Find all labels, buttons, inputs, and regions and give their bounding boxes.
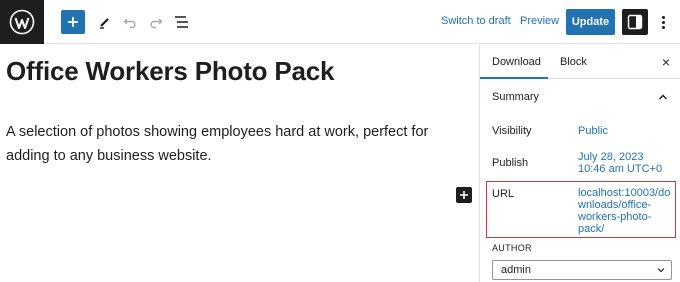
redo-icon (150, 18, 163, 29)
inline-add-block-button[interactable] (456, 187, 472, 203)
url-line: workers-photo- (578, 211, 652, 223)
url-label: URL (492, 188, 515, 200)
author-label: AUTHOR (492, 243, 532, 253)
preview-button[interactable]: Preview (520, 15, 559, 27)
list-view-icon (175, 16, 188, 28)
settings-sidebar: Download Block × Summary Visibility Publ… (479, 45, 680, 282)
editor-toolbar: Switch to draft Preview Update (0, 0, 680, 44)
switch-to-draft-button[interactable]: Switch to draft (441, 15, 511, 27)
chevron-down-icon (657, 268, 665, 273)
summary-panel-heading[interactable]: Summary (492, 91, 539, 103)
url-line: pack/ (578, 223, 605, 235)
add-block-button[interactable] (61, 10, 85, 34)
publish-label: Publish (492, 157, 529, 169)
tab-block[interactable]: Block (560, 56, 587, 68)
active-tab-indicator (480, 77, 548, 79)
url-value[interactable]: localhost:10003/do wnloads/office- worke… (578, 187, 670, 235)
sidebar-tabs: Download Block × (480, 45, 680, 79)
more-options-icon[interactable] (656, 11, 670, 33)
document-overview-button[interactable] (170, 10, 194, 34)
plus-icon (460, 191, 468, 199)
publish-date-value[interactable]: July 28, 2023 10:46 am UTC+0 (578, 151, 662, 175)
visibility-label: Visibility (492, 125, 532, 137)
redo-button[interactable] (144, 10, 168, 34)
update-button[interactable]: Update (566, 9, 615, 35)
edit-tools-button[interactable] (93, 10, 117, 34)
undo-icon (123, 18, 136, 29)
post-paragraph[interactable]: A selection of photos showing employees … (6, 120, 466, 168)
sidebar-icon (627, 14, 643, 30)
visibility-value[interactable]: Public (578, 125, 608, 137)
close-icon[interactable]: × (662, 54, 670, 70)
post-title[interactable]: Office Workers Photo Pack (6, 56, 334, 87)
settings-toggle-button[interactable] (622, 9, 648, 35)
author-selected-value: admin (501, 264, 531, 276)
pencil-icon (100, 18, 109, 29)
publish-date-line: July 28, 2023 (578, 151, 644, 163)
publish-time-line: 10:46 am UTC+0 (578, 163, 663, 175)
author-select[interactable]: admin (492, 260, 672, 280)
chevron-up-icon[interactable] (658, 92, 668, 102)
tab-download[interactable]: Download (492, 56, 541, 68)
url-line: localhost:10003/do (578, 187, 671, 199)
wordpress-logo-icon[interactable] (0, 0, 44, 44)
undo-button[interactable] (118, 10, 142, 34)
plus-icon (68, 17, 78, 27)
url-line: wnloads/office- (578, 199, 652, 211)
